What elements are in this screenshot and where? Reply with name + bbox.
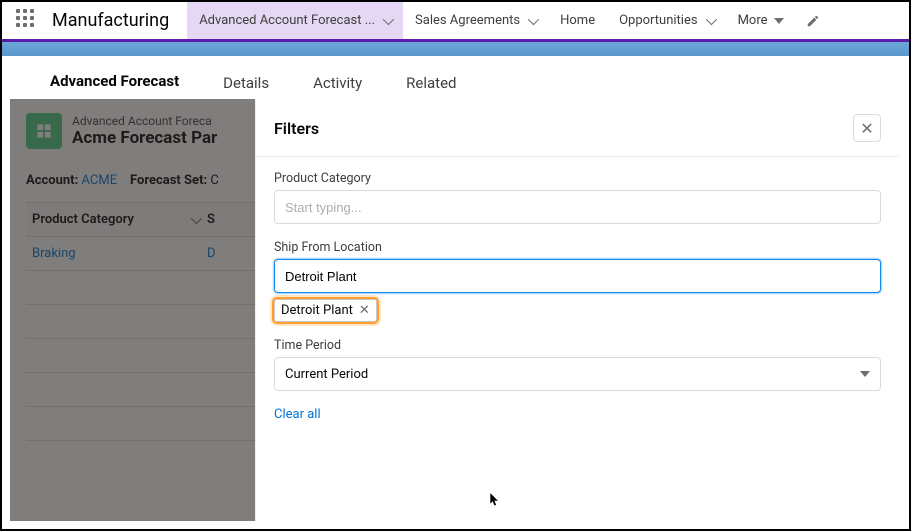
filters-panel: Filters ✕ Product Category Ship From Loc… bbox=[255, 100, 899, 521]
chevron-down-icon bbox=[528, 13, 539, 24]
account-label: Account: bbox=[26, 173, 78, 188]
close-icon: ✕ bbox=[860, 119, 873, 138]
chip-remove-icon[interactable]: ✕ bbox=[359, 303, 370, 318]
global-nav: Manufacturing Advanced Account Forecast … bbox=[2, 2, 909, 42]
time-period-select[interactable]: Current Period bbox=[274, 357, 881, 391]
ship-from-chip[interactable]: Detroit Plant ✕ bbox=[274, 299, 377, 322]
nav-item-label: Advanced Account Forecast ... bbox=[199, 13, 375, 28]
nav-item-home[interactable]: Home bbox=[548, 2, 607, 39]
caret-down-icon bbox=[860, 371, 870, 377]
cell-product-category[interactable]: Braking bbox=[32, 246, 207, 261]
record-type-icon bbox=[26, 113, 62, 149]
forecast-set-value: C bbox=[210, 173, 218, 188]
nav-item-label: Home bbox=[560, 13, 595, 28]
column-header-product-category[interactable]: Product Category bbox=[32, 212, 134, 227]
ship-from-label: Ship From Location bbox=[274, 240, 881, 255]
app-name: Manufacturing bbox=[52, 10, 169, 31]
product-category-input[interactable] bbox=[274, 190, 881, 224]
account-link[interactable]: ACME bbox=[81, 173, 117, 188]
nav-item-label: Sales Agreements bbox=[415, 13, 520, 28]
nav-item-opportunities[interactable]: Opportunities bbox=[607, 2, 725, 39]
nav-item-label: Opportunities bbox=[619, 13, 697, 28]
caret-down-icon bbox=[774, 18, 784, 24]
time-period-selected: Current Period bbox=[285, 367, 368, 382]
ship-from-input[interactable] bbox=[274, 259, 881, 293]
filters-title: Filters bbox=[274, 119, 319, 138]
theme-band bbox=[2, 42, 909, 56]
time-period-label: Time Period bbox=[274, 338, 881, 353]
chevron-down-icon bbox=[383, 13, 394, 24]
record-object-label: Advanced Account Foreca bbox=[72, 114, 217, 128]
nav-item-advanced-account-forecast[interactable]: Advanced Account Forecast ... bbox=[187, 2, 403, 39]
chevron-down-icon bbox=[705, 13, 716, 24]
nav-item-sales-agreements[interactable]: Sales Agreements bbox=[403, 2, 548, 39]
nav-item-more[interactable]: More bbox=[726, 2, 796, 39]
product-category-label: Product Category bbox=[274, 171, 881, 186]
edit-icon[interactable] bbox=[806, 14, 820, 28]
nav-item-label: More bbox=[738, 13, 768, 28]
forecast-set-label: Forecast Set: bbox=[130, 173, 207, 188]
record-title: Acme Forecast Par bbox=[72, 128, 217, 148]
clear-all-link[interactable]: Clear all bbox=[274, 407, 881, 422]
chip-label: Detroit Plant bbox=[281, 303, 353, 318]
close-button[interactable]: ✕ bbox=[853, 114, 881, 142]
app-launcher-icon[interactable] bbox=[16, 9, 40, 33]
chevron-down-icon[interactable] bbox=[191, 212, 202, 223]
